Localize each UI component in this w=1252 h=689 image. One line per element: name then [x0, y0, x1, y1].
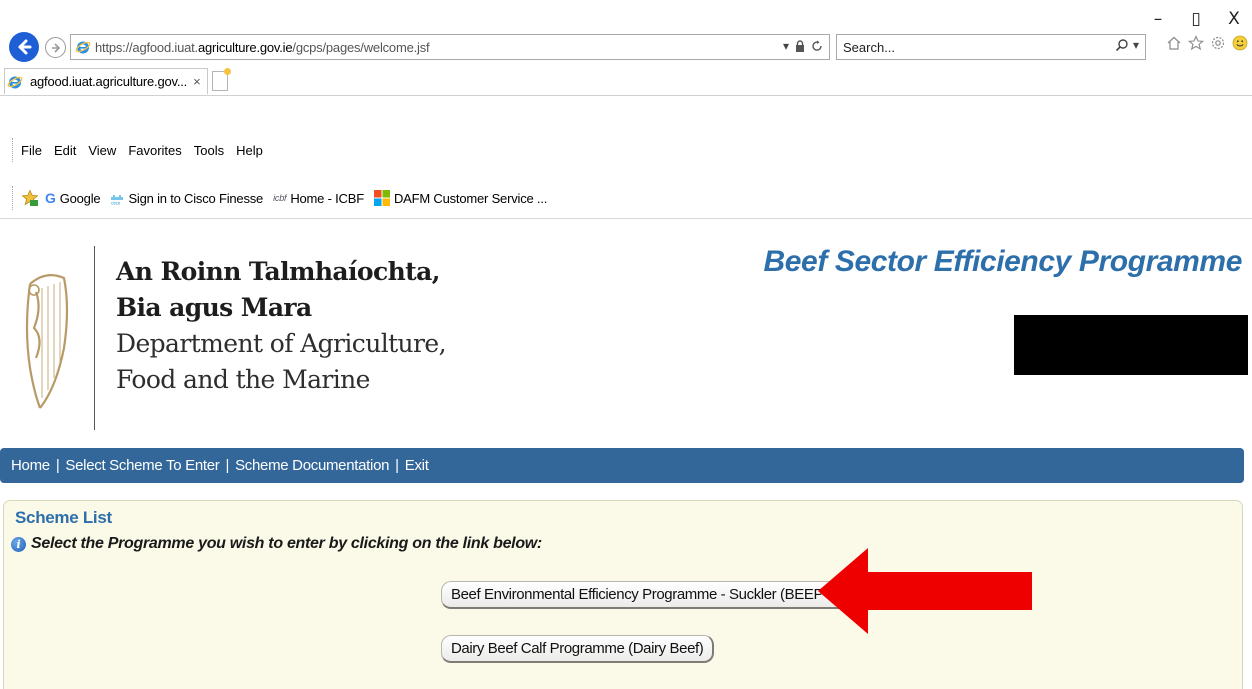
lock-icon — [796, 40, 804, 52]
browser-toolbar-icons — [1166, 35, 1248, 51]
search-input[interactable] — [843, 39, 1083, 55]
forward-arrow-icon — [51, 42, 60, 53]
nav-separator: | — [395, 457, 399, 474]
dropdown-icon[interactable]: ▾ — [783, 39, 789, 53]
tab-title: agfood.iuat.agriculture.gov... — [30, 74, 188, 89]
search-tools: ▾ — [1115, 38, 1139, 52]
refresh-icon[interactable] — [811, 40, 823, 52]
programme-title: Beef Sector Efficiency Programme — [763, 245, 1242, 278]
browser-tab[interactable]: agfood.iuat.agriculture.gov... × — [4, 68, 208, 94]
address-row: https://agfood.iuat.agriculture.gov.ie/g… — [0, 30, 1252, 64]
ie-tab-icon — [7, 76, 23, 88]
instruction-text: Select the Programme you wish to enter b… — [31, 535, 542, 552]
tab-bar: agfood.iuat.agriculture.gov... × — [0, 66, 1252, 96]
scheme-list-panel: Scheme List i Select the Programme you w… — [3, 500, 1243, 689]
minimize-button[interactable]: – — [1150, 9, 1166, 29]
search-box[interactable]: ▾ — [836, 34, 1146, 60]
scheme-list-title: Scheme List — [15, 508, 112, 527]
red-arrow-icon — [818, 548, 1032, 634]
redacted-block — [1014, 315, 1248, 375]
department-name-english-line1: Department of Agriculture, — [116, 329, 447, 358]
new-tab-button[interactable] — [212, 68, 231, 91]
favorite-cisco-finesse[interactable]: cisco Sign in to Cisco Finesse — [110, 191, 263, 206]
search-icon[interactable] — [1115, 38, 1129, 52]
favorites-bar: G Google cisco Sign in to Cisco Finesse … — [12, 186, 551, 210]
restore-button[interactable]: ▯ — [1188, 9, 1204, 29]
harp-logo-icon — [25, 273, 69, 409]
menu-file[interactable]: File — [21, 143, 42, 158]
nav-select-scheme[interactable]: Select Scheme To Enter — [65, 457, 219, 474]
search-dropdown-icon[interactable]: ▾ — [1133, 38, 1139, 52]
smiley-feedback-icon[interactable] — [1232, 35, 1248, 51]
site-navigation: Home | Select Scheme To Enter | Scheme D… — [0, 448, 1244, 483]
menu-edit[interactable]: Edit — [54, 143, 76, 158]
address-bar[interactable]: https://agfood.iuat.agriculture.gov.ie/g… — [70, 34, 830, 60]
department-name-irish-line1: An Roinn Talmhaíochta, — [116, 257, 440, 286]
nav-home[interactable]: Home — [11, 457, 50, 474]
forward-button[interactable] — [45, 37, 66, 58]
ie-logo-icon — [75, 41, 91, 54]
department-name-english-line2: Food and the Marine — [116, 365, 370, 394]
back-arrow-icon — [18, 39, 32, 55]
header-divider — [94, 246, 95, 430]
back-button[interactable] — [9, 32, 39, 62]
favorite-google[interactable]: G Google — [45, 190, 101, 206]
favorite-dafm-customer-service[interactable]: DAFM Customer Service ... — [373, 190, 547, 206]
url-text: https://agfood.iuat.agriculture.gov.ie/g… — [95, 39, 430, 55]
scheme-instruction: i Select the Programme you wish to enter… — [11, 535, 542, 553]
department-name-irish-line2: Bia agus Mara — [116, 293, 312, 322]
toolbar-divider — [0, 218, 1252, 219]
nav-separator: | — [55, 457, 60, 474]
dairy-beef-scheme-button[interactable]: Dairy Beef Calf Programme (Dairy Beef) — [441, 635, 715, 663]
svg-text:cisco: cisco — [111, 201, 121, 206]
favorite-icbf[interactable]: icbf Home - ICBF — [273, 191, 364, 206]
windows-tiles-icon — [373, 190, 390, 206]
cisco-icon: cisco — [111, 195, 124, 206]
window-controls: – ▯ X — [1150, 6, 1242, 32]
nav-scheme-documentation[interactable]: Scheme Documentation — [235, 457, 389, 474]
nav-exit[interactable]: Exit — [405, 457, 429, 474]
menu-tools[interactable]: Tools — [194, 143, 224, 158]
favorites-star-icon[interactable] — [1188, 35, 1204, 51]
close-window-button[interactable]: X — [1226, 9, 1242, 29]
department-name: An Roinn Talmhaíochta, Bia agus Mara Dep… — [116, 254, 447, 398]
menu-favorites[interactable]: Favorites — [128, 143, 181, 158]
nav-separator: | — [225, 457, 230, 474]
icbf-icon: icbf — [273, 193, 287, 203]
favorites-bar-star-icon[interactable] — [21, 189, 39, 207]
menu-bar: File Edit View Favorites Tools Help — [12, 138, 263, 162]
info-icon: i — [11, 536, 26, 552]
gear-icon[interactable] — [1210, 35, 1226, 51]
home-icon[interactable] — [1166, 35, 1182, 51]
menu-help[interactable]: Help — [236, 143, 263, 158]
beep-s-scheme-button[interactable]: Beef Environmental Efficiency Programme … — [441, 581, 853, 609]
google-icon: G — [45, 190, 56, 206]
menu-view[interactable]: View — [88, 143, 116, 158]
address-tools: ▾ — [783, 39, 823, 53]
tab-close-icon[interactable]: × — [193, 74, 201, 89]
